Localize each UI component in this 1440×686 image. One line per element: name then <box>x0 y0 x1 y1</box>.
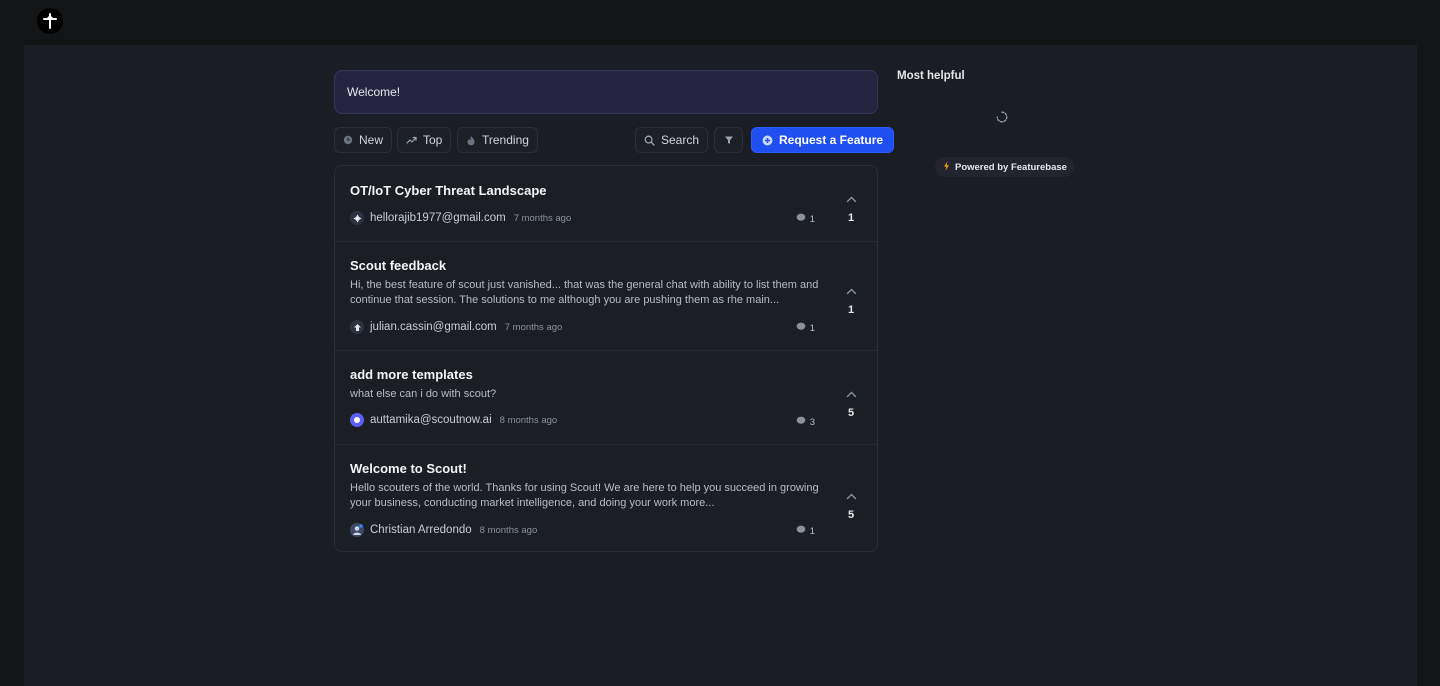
filter-icon <box>724 135 734 145</box>
post-title[interactable]: add more templates <box>350 367 473 382</box>
search-label: Search <box>661 133 700 147</box>
author-name: Christian Arredondo <box>370 524 472 536</box>
author-name: hellorajib1977@gmail.com <box>370 212 506 224</box>
comment-count-value: 3 <box>809 416 815 428</box>
post-author: auttamika@scoutnow.ai 8 months ago <box>350 413 557 427</box>
comment-icon <box>796 525 806 537</box>
filter-button[interactable] <box>714 127 743 153</box>
comment-count-value: 1 <box>809 322 815 334</box>
post-time: 7 months ago <box>513 212 572 224</box>
avatar <box>350 211 364 225</box>
avatar <box>350 413 364 427</box>
post-time: 7 months ago <box>504 321 563 333</box>
list-item[interactable]: Welcome to Scout! Hello scouters of the … <box>335 445 877 551</box>
post-author: Christian Arredondo 8 months ago <box>350 523 537 537</box>
clock-icon <box>343 135 353 145</box>
chevron-up-icon <box>846 282 857 300</box>
trend-up-icon <box>406 135 417 145</box>
author-name: auttamika@scoutnow.ai <box>370 414 492 426</box>
search-icon <box>644 135 655 146</box>
comment-icon <box>796 213 806 225</box>
vote-count: 1 <box>847 212 855 224</box>
list-item[interactable]: add more templates what else can i do wi… <box>335 351 877 445</box>
post-title[interactable]: OT/IoT Cyber Threat Landscape <box>350 183 547 198</box>
loading-spinner-icon <box>996 110 1008 123</box>
plus-circle-icon <box>762 135 773 146</box>
post-author: julian.cassin@gmail.com 7 months ago <box>350 320 562 334</box>
chevron-up-icon <box>846 190 857 208</box>
comment-icon <box>796 322 806 334</box>
chevron-up-icon <box>846 385 857 403</box>
scout-logo-icon[interactable] <box>37 8 63 34</box>
tab-trending[interactable]: Trending <box>457 127 538 153</box>
powered-by-label: Powered by Featurebase <box>955 161 1067 173</box>
tab-new[interactable]: New <box>334 127 393 153</box>
lightning-icon <box>943 161 950 174</box>
comment-count[interactable]: 1 <box>796 322 815 334</box>
comment-count-value: 1 <box>809 213 815 225</box>
upvote-button[interactable]: 5 <box>843 385 859 419</box>
flame-icon <box>466 135 476 146</box>
post-time: 8 months ago <box>499 414 558 426</box>
post-title[interactable]: Welcome to Scout! <box>350 461 467 476</box>
welcome-text: Welcome! <box>347 85 401 99</box>
list-item[interactable]: OT/IoT Cyber Threat Landscape hellorajib… <box>335 166 877 242</box>
request-feature-button[interactable]: Request a Feature <box>751 127 895 153</box>
tab-trending-label: Trending <box>482 133 529 147</box>
upvote-button[interactable]: 1 <box>843 190 859 224</box>
post-time: 8 months ago <box>479 524 538 536</box>
avatar <box>350 523 364 537</box>
chevron-up-icon <box>846 487 857 505</box>
tab-new-label: New <box>359 133 384 147</box>
post-description: Hello scouters of the world. Thanks for … <box>350 482 819 509</box>
tab-top[interactable]: Top <box>397 127 452 153</box>
top-bar <box>0 0 1440 45</box>
vote-count: 5 <box>847 407 855 419</box>
sidebar-title: Most helpful <box>897 70 965 82</box>
upvote-button[interactable]: 5 <box>843 487 859 521</box>
post-title[interactable]: Scout feedback <box>350 258 446 273</box>
vote-count: 1 <box>847 304 855 316</box>
comment-count[interactable]: 3 <box>796 416 815 428</box>
post-author: hellorajib1977@gmail.com 7 months ago <box>350 211 571 225</box>
upvote-button[interactable]: 1 <box>843 282 859 316</box>
post-description: what else can i do with scout? <box>350 388 497 400</box>
author-name: julian.cassin@gmail.com <box>370 321 497 333</box>
list-item[interactable]: Scout feedback Hi, the best feature of s… <box>335 242 877 351</box>
comment-count[interactable]: 1 <box>796 213 815 225</box>
comment-count[interactable]: 1 <box>796 525 815 537</box>
comment-icon <box>796 416 806 428</box>
tab-top-label: Top <box>423 133 443 147</box>
search-button[interactable]: Search <box>635 127 709 153</box>
powered-by-badge[interactable]: Powered by Featurebase <box>935 157 1074 177</box>
avatar <box>350 320 364 334</box>
request-feature-label: Request a Feature <box>779 133 884 147</box>
post-description: Hi, the best feature of scout just vanis… <box>350 279 819 306</box>
welcome-banner: Welcome! <box>334 70 878 114</box>
post-list: OT/IoT Cyber Threat Landscape hellorajib… <box>334 165 878 552</box>
vote-count: 5 <box>847 509 855 521</box>
comment-count-value: 1 <box>809 525 815 537</box>
